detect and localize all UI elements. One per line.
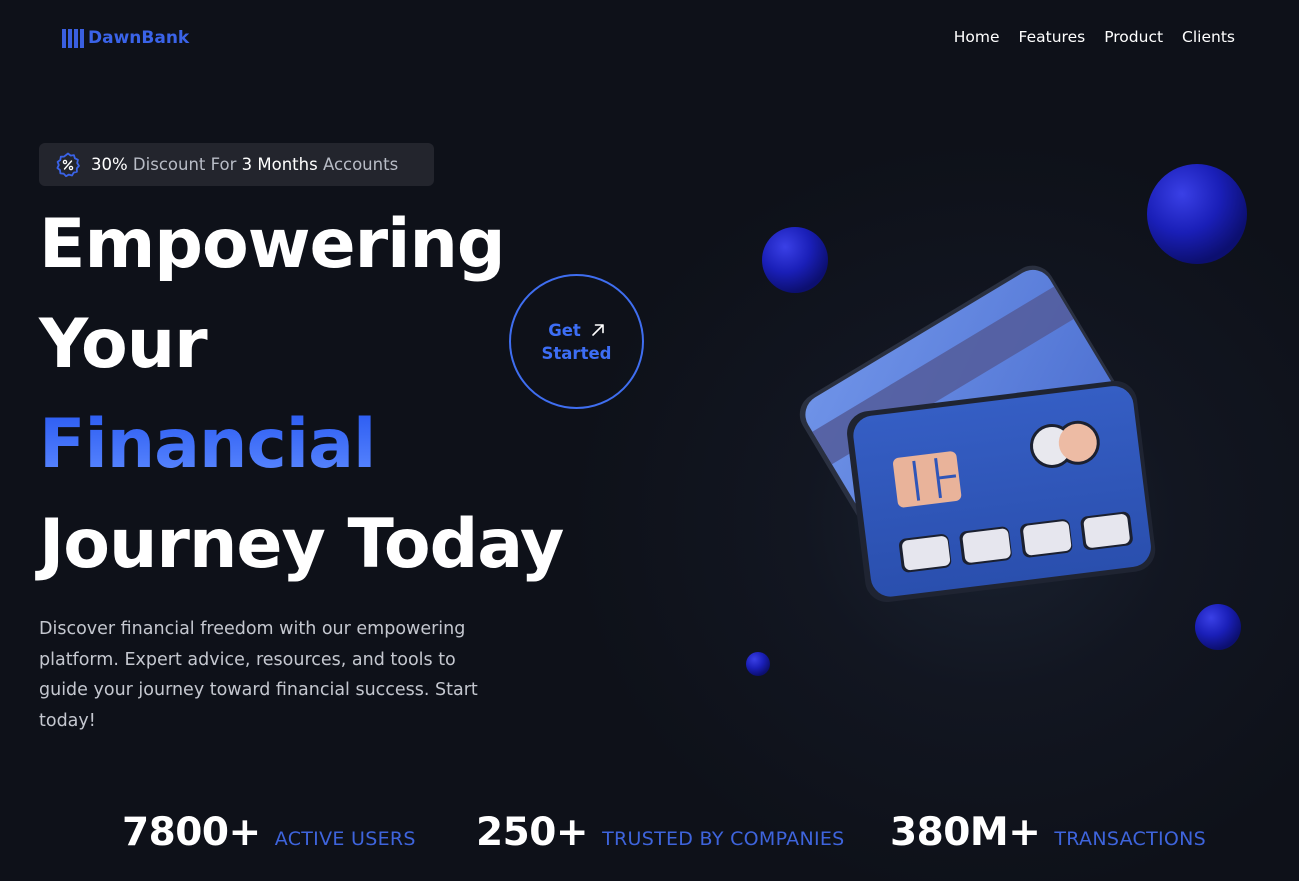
get-started-button[interactable]: Get Started: [509, 274, 644, 409]
hero-description-line: Discover financial freedom with our empo…: [39, 619, 466, 639]
stat-transactions: 380M+ TRANSACTIONS: [890, 810, 1206, 855]
stats-bar: 7800+ ACTIVE USERS 250+ TRUSTED BY COMPA…: [0, 810, 1299, 860]
brand-name: DawnBank: [88, 28, 190, 48]
nav-features[interactable]: Features: [1019, 28, 1086, 46]
logo-bars-icon: [62, 28, 84, 48]
sphere: [746, 652, 770, 676]
discount-text: 30% Discount For 3 Months Accounts: [91, 155, 398, 174]
discount-pill: 30% Discount For 3 Months Accounts: [39, 143, 434, 186]
stat-value: 380M+: [890, 810, 1041, 855]
discount-months: 3 Months: [241, 155, 318, 174]
hero-title-line-4: Journey Today: [39, 505, 564, 584]
hero-title-line-2: Your: [39, 305, 208, 384]
nav-home[interactable]: Home: [954, 28, 1000, 46]
hero-description-line: guide your journey toward financial succ…: [39, 680, 478, 700]
hero-description-line: today!: [39, 710, 96, 731]
main-nav: Home Features Product Clients: [954, 28, 1235, 46]
stat-trusted-companies: 250+ TRUSTED BY COMPANIES: [476, 810, 845, 855]
nav-clients[interactable]: Clients: [1182, 28, 1235, 46]
discount-percent: 30%: [91, 155, 128, 174]
front-card: [847, 380, 1156, 603]
stat-value: 250+: [476, 810, 589, 855]
arrow-up-right-icon: [592, 324, 604, 336]
discount-text-b: Accounts: [317, 155, 399, 174]
sphere: [762, 227, 828, 293]
stat-label: ACTIVE USERS: [274, 828, 416, 850]
hero-title-line-3: Financial: [39, 405, 376, 484]
sphere: [1195, 604, 1241, 650]
credit-card-illustration: [746, 164, 1247, 676]
chip-icon: [893, 451, 962, 508]
stat-label: TRANSACTIONS: [1054, 828, 1207, 850]
sphere: [1147, 164, 1247, 264]
discount-badge-icon: [56, 152, 80, 177]
hero-description-line: platform. Expert advice, resources, and …: [39, 649, 456, 670]
hero-description: Discover financial freedom with our empo…: [39, 614, 509, 736]
get-started-label-1: Get: [548, 320, 581, 340]
brand-logo[interactable]: DawnBank: [62, 28, 189, 48]
nav-product[interactable]: Product: [1104, 28, 1163, 46]
stat-value: 7800+: [122, 810, 261, 855]
stat-active-users: 7800+ ACTIVE USERS: [122, 810, 416, 855]
hero-title-line-1: Empowering: [39, 205, 506, 284]
stat-label: TRUSTED BY COMPANIES: [602, 828, 845, 850]
get-started-label-2: Started: [541, 343, 612, 363]
discount-text-a: Discount For: [127, 155, 242, 174]
